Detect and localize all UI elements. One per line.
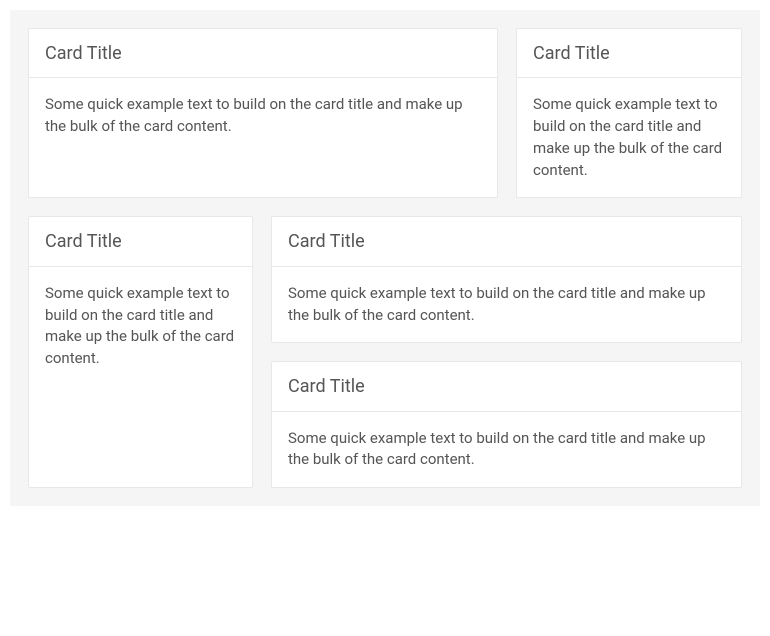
card-3: Card Title Some quick example text to bu… <box>28 216 253 488</box>
card-1: Card Title Some quick example text to bu… <box>28 28 498 198</box>
card-body: Some quick example text to build on the … <box>272 412 741 488</box>
card-title: Card Title <box>45 42 481 65</box>
card-header: Card Title <box>272 362 741 411</box>
card-body: Some quick example text to build on the … <box>517 78 741 197</box>
card-4: Card Title Some quick example text to bu… <box>271 216 742 343</box>
card-header: Card Title <box>272 217 741 266</box>
card-title: Card Title <box>288 375 725 398</box>
card-title: Card Title <box>45 230 236 253</box>
card-title: Card Title <box>288 230 725 253</box>
card-2: Card Title Some quick example text to bu… <box>516 28 742 198</box>
card-text: Some quick example text to build on the … <box>45 283 236 370</box>
card-text: Some quick example text to build on the … <box>533 94 725 181</box>
card-body: Some quick example text to build on the … <box>272 267 741 343</box>
card-row-1: Card Title Some quick example text to bu… <box>28 28 742 198</box>
card-header: Card Title <box>517 29 741 78</box>
card-text: Some quick example text to build on the … <box>288 428 725 472</box>
card-text: Some quick example text to build on the … <box>288 283 725 327</box>
card-grid-container: Card Title Some quick example text to bu… <box>10 10 760 506</box>
card-column-right: Card Title Some quick example text to bu… <box>271 216 742 488</box>
card-row-2: Card Title Some quick example text to bu… <box>28 216 742 488</box>
card-text: Some quick example text to build on the … <box>45 94 481 138</box>
card-header: Card Title <box>29 217 252 266</box>
card-title: Card Title <box>533 42 725 65</box>
card-body: Some quick example text to build on the … <box>29 267 252 487</box>
card-5: Card Title Some quick example text to bu… <box>271 361 742 488</box>
card-body: Some quick example text to build on the … <box>29 78 497 197</box>
card-header: Card Title <box>29 29 497 78</box>
